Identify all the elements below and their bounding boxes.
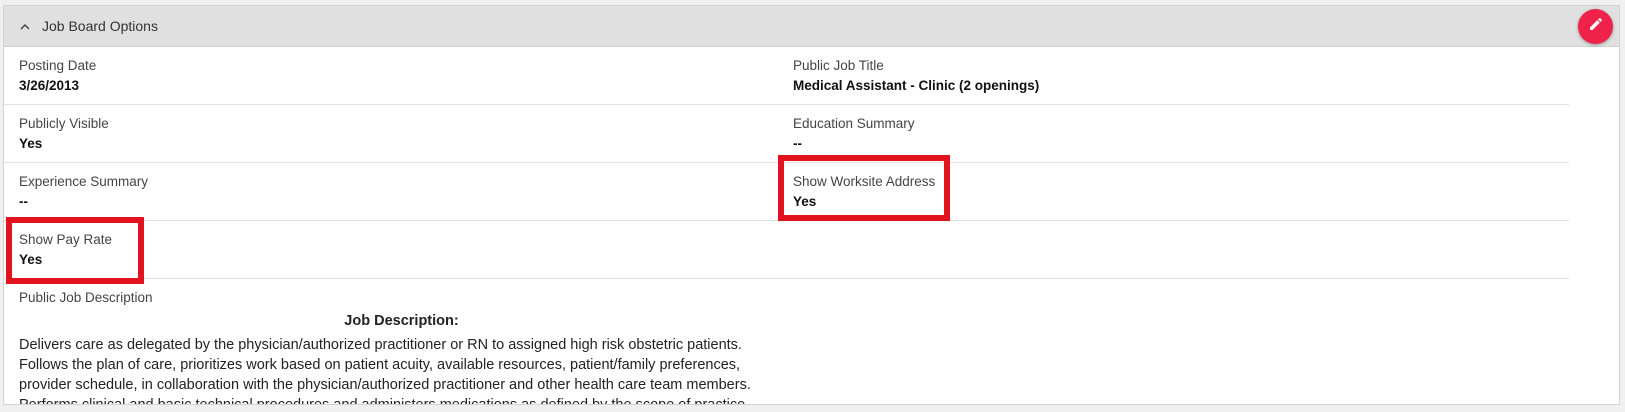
field-row: Show Pay Rate Yes — [4, 217, 1619, 284]
show-pay-rate-field: Show Pay Rate Yes — [4, 217, 774, 284]
job-board-options-panel: Job Board Options Posting Date 3/26/2013… — [3, 5, 1620, 405]
publicly-visible-field: Publicly Visible Yes — [4, 105, 774, 163]
edit-button[interactable] — [1578, 9, 1613, 44]
publicly-visible-label: Publicly Visible — [19, 116, 109, 131]
panel-header[interactable]: Job Board Options — [4, 6, 1619, 47]
experience-summary-value: -- — [19, 194, 28, 209]
fields-grid: Posting Date 3/26/2013 Public Job Title … — [4, 47, 1619, 405]
field-row: Experience Summary -- Show Worksite Addr… — [4, 155, 1619, 221]
pencil-icon — [1588, 16, 1604, 37]
posting-date-label: Posting Date — [19, 58, 97, 73]
publicly-visible-value: Yes — [19, 136, 43, 151]
job-description-heading: Job Description: — [344, 313, 459, 329]
experience-summary-label: Experience Summary — [19, 174, 149, 189]
pay-rate-highlight-box — [6, 217, 144, 284]
panel-title: Job Board Options — [42, 18, 158, 34]
public-job-description-label: Public Job Description — [19, 290, 153, 305]
public-job-title-label: Public Job Title — [793, 58, 884, 73]
education-summary-label: Education Summary — [793, 116, 915, 131]
chevron-up-icon[interactable] — [16, 23, 34, 30]
posting-date-field: Posting Date 3/26/2013 — [4, 47, 774, 105]
education-summary-value: -- — [793, 136, 802, 151]
empty-field — [774, 221, 1569, 279]
public-job-description-field: Public Job Description Job Description: … — [4, 279, 1619, 405]
experience-summary-field: Experience Summary -- — [4, 163, 774, 221]
public-job-title-field: Public Job Title Medical Assistant - Cli… — [774, 47, 1569, 105]
worksite-address-highlight-box — [778, 155, 950, 221]
public-job-title-value: Medical Assistant - Clinic (2 openings) — [793, 78, 1040, 93]
field-row: Posting Date 3/26/2013 Public Job Title … — [4, 47, 1619, 105]
show-worksite-address-field: Show Worksite Address Yes — [774, 155, 1569, 221]
job-description-text: Delivers care as delegated by the physic… — [19, 337, 751, 405]
posting-date-value: 3/26/2013 — [19, 78, 80, 93]
